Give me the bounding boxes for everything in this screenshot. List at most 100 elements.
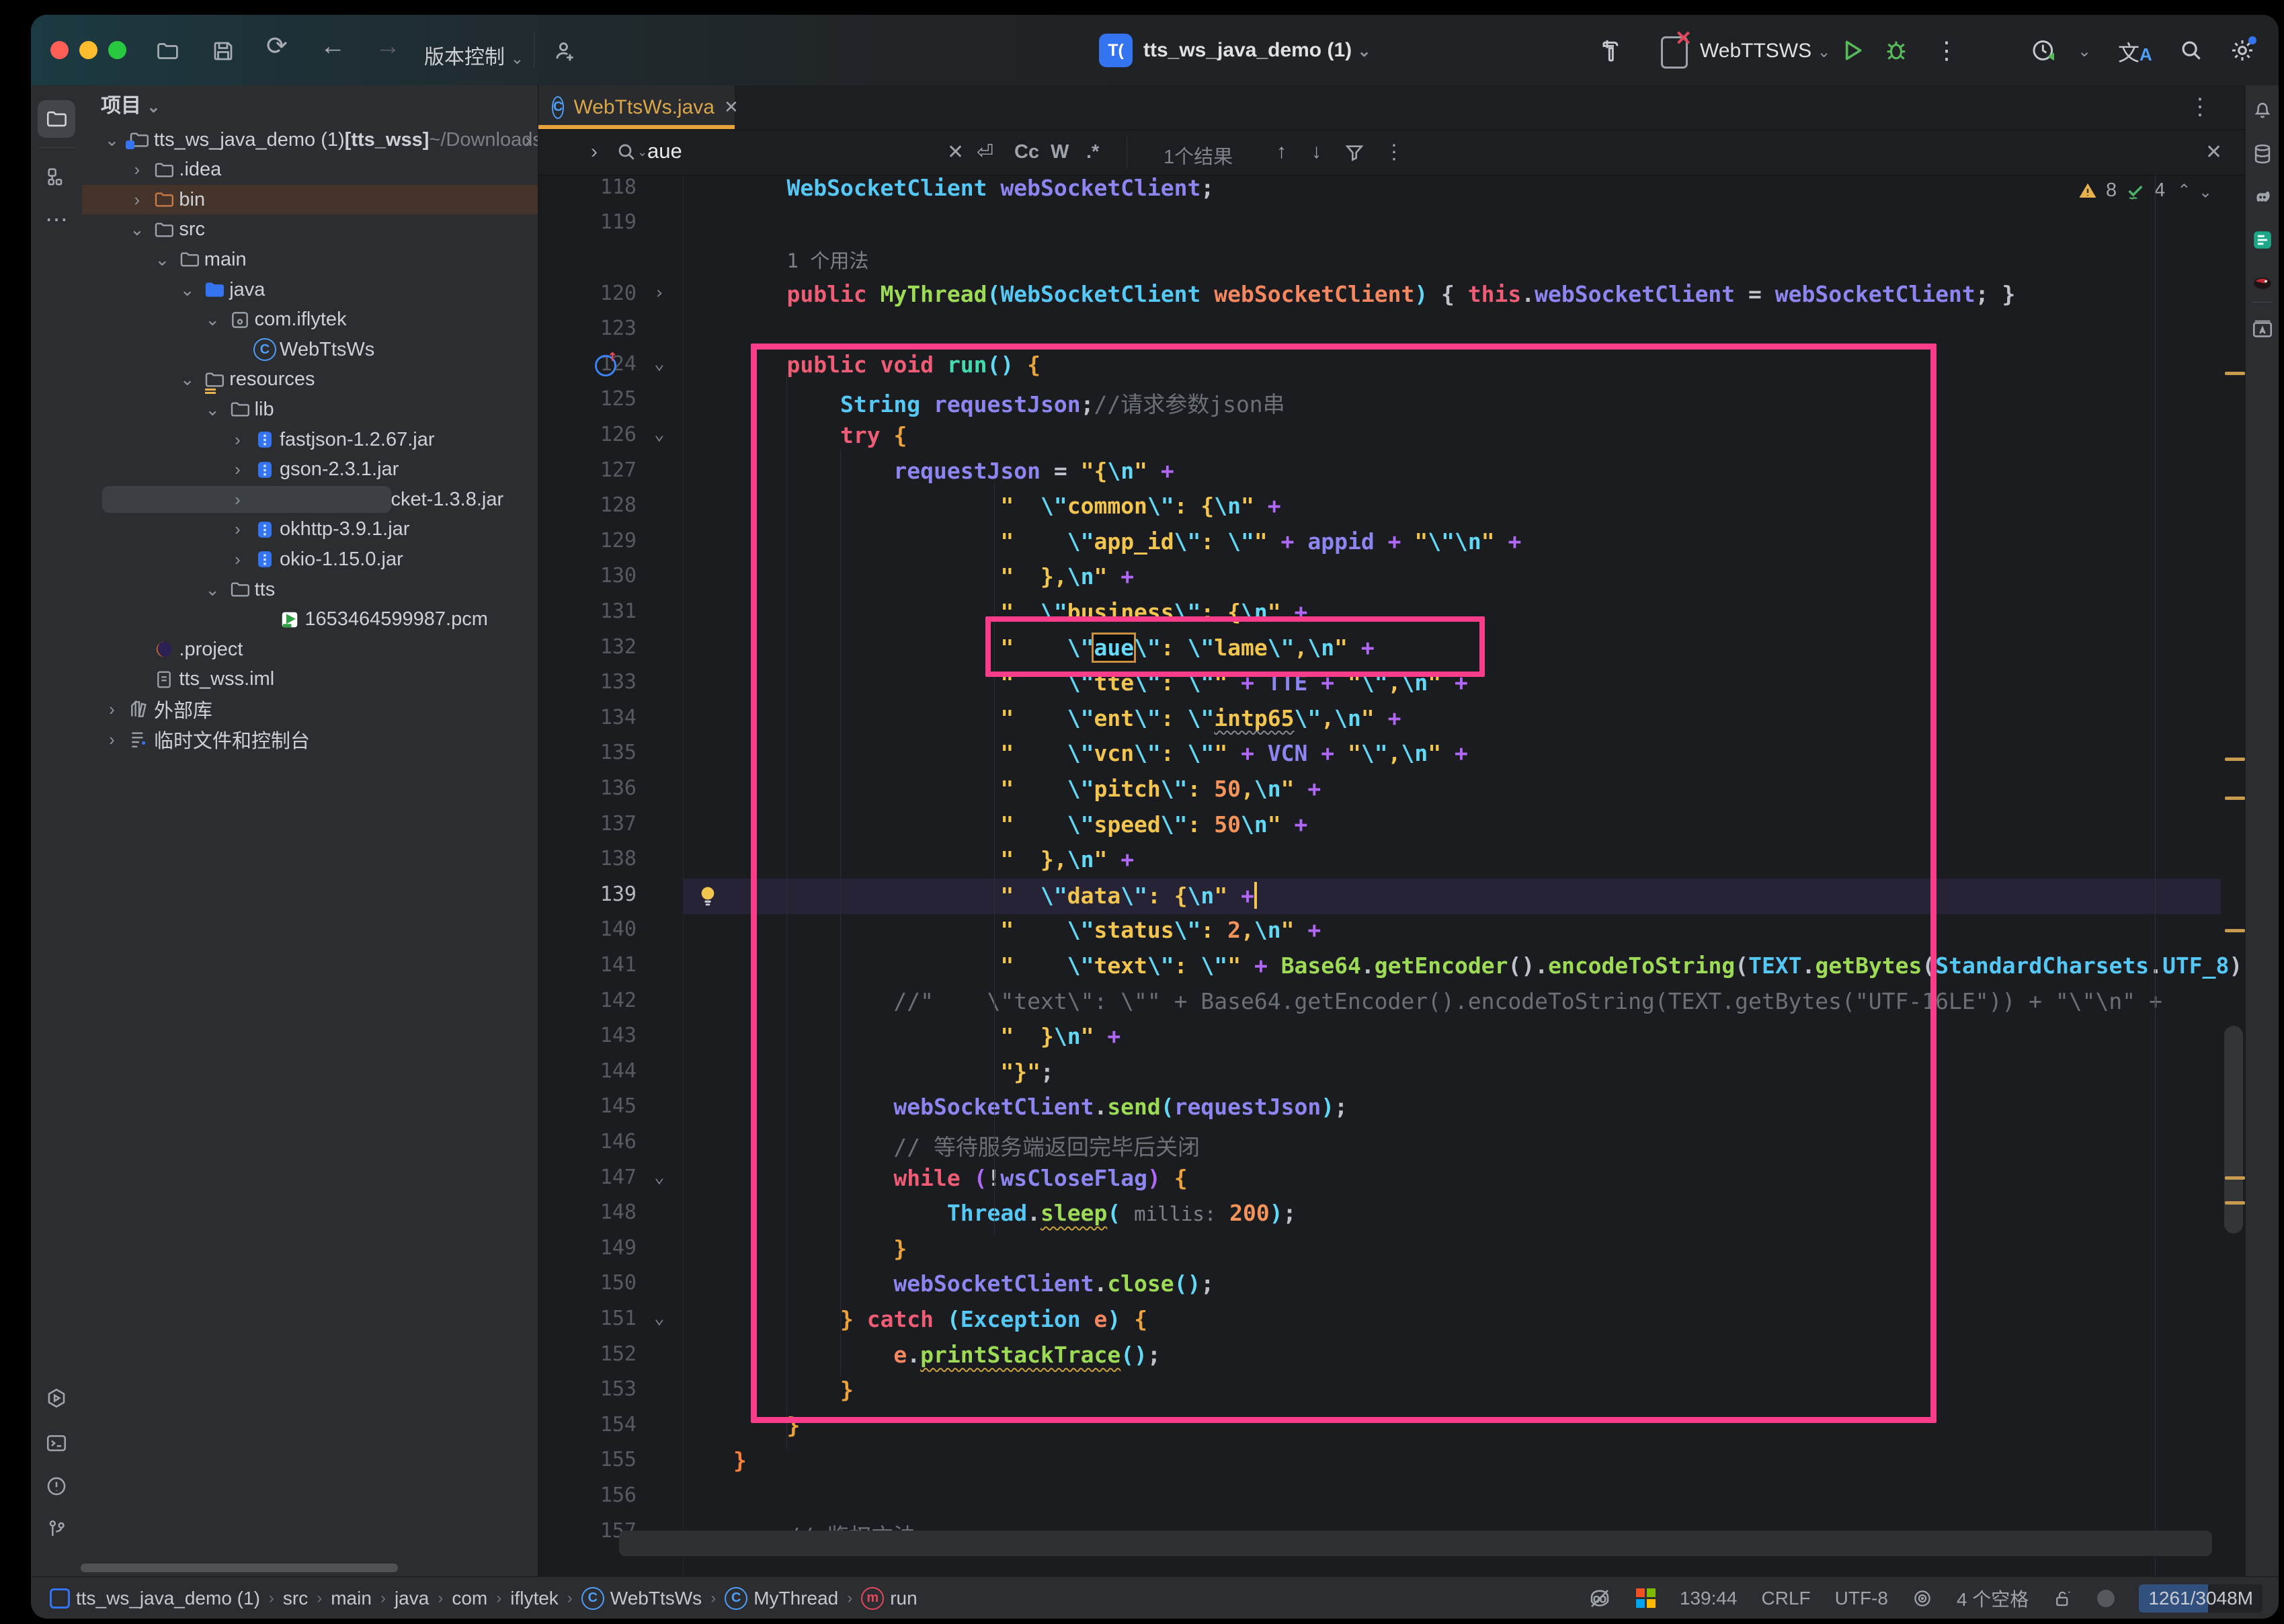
line-ending[interactable]: CRLF (1762, 1588, 1811, 1609)
tree-item-fastjson-1.2.67.jar[interactable]: ›fastjson-1.2.67.jar (82, 425, 538, 454)
tree-chevron[interactable]: › (99, 699, 124, 720)
tab-options-icon[interactable]: ⋮ (2189, 93, 2211, 120)
tree-item-src[interactable]: ⌄src (82, 215, 538, 245)
code-line-150[interactable]: 150 webSocketClient.close(); (538, 1267, 2245, 1303)
tree-item-java[interactable]: ⌄java (82, 275, 538, 304)
terminal-tool-icon[interactable] (38, 1424, 75, 1462)
tree-chevron[interactable]: ⌄ (175, 280, 200, 300)
code-line-144[interactable]: 144 "}"; (538, 1055, 2245, 1091)
code-line-143[interactable]: 143 " }\n" + (538, 1020, 2245, 1055)
project-title[interactable]: tts_ws_java_demo (1) ⌄ (1143, 39, 1371, 62)
code-line-146[interactable]: 146 // 等待服务端返回完毕后关闭 (538, 1126, 2245, 1162)
code-line-153[interactable]: 153 } (538, 1373, 2245, 1409)
breadcrumb-item-tts_ws_java_demo-1-[interactable]: tts_ws_java_demo (1) (50, 1588, 260, 1609)
tree-chevron[interactable]: ⌄ (175, 369, 200, 390)
microsoft-icon[interactable] (1636, 1588, 1656, 1608)
code-line-140[interactable]: 140 " \"status\": 2,\n" + (538, 914, 2245, 949)
debug-button[interactable] (1883, 37, 1910, 64)
code-line-139[interactable]: 139 " \"data\": {\n" + (538, 879, 2245, 914)
breadcrumb-item-java[interactable]: java (395, 1588, 429, 1609)
code-line-148[interactable]: 148 Thread.sleep( millis: 200); (538, 1196, 2245, 1232)
tab-webttsws-java[interactable]: C WebTtsWs.java ✕ (538, 85, 735, 129)
ai-assistant-icon[interactable] (2251, 317, 2274, 340)
tree-chevron[interactable]: ⌄ (99, 130, 124, 151)
problems-tool-icon[interactable] (38, 1467, 75, 1505)
search-input[interactable]: aue (647, 139, 682, 163)
code-pane[interactable]: 118 WebSocketClient webSocketClient;119 … (538, 175, 2245, 1576)
sync-icon[interactable]: ⟳ (266, 35, 288, 58)
tree-item-1653464599987.pcm[interactable]: 1653464599987.pcm (82, 605, 538, 635)
database-icon[interactable] (2251, 143, 2274, 165)
code-line-119[interactable]: 119 (538, 206, 2245, 242)
tree-chevron[interactable]: › (124, 190, 149, 210)
more-actions-icon[interactable]: ⋮ (1934, 39, 1959, 62)
warning-stripe-mark[interactable] (2225, 1201, 2245, 1205)
breadcrumb-item-iflytek[interactable]: iflytek (510, 1588, 559, 1609)
open-folder-icon[interactable] (155, 39, 179, 63)
tree-item-okhttp-3.9.1.jar[interactable]: ›okhttp-3.9.1.jar (82, 515, 538, 544)
match-case-toggle[interactable]: Cc (1014, 141, 1039, 163)
project-tool-icon[interactable] (38, 100, 75, 138)
build-hammer-icon[interactable] (1597, 37, 1624, 64)
fold-marker[interactable]: ⌄ (654, 1308, 665, 1328)
code-line-136[interactable]: 136 " \"pitch\": 50,\n" + (538, 772, 2245, 808)
translate-icon[interactable]: 文A (2118, 36, 2152, 67)
clipped-indicator-icon[interactable]: › (525, 130, 531, 151)
words-toggle[interactable]: W (1051, 141, 1069, 163)
search-everywhere-icon[interactable] (2178, 38, 2204, 63)
tree-item-okio-1.15.0.jar[interactable]: ›okio-1.15.0.jar (82, 544, 538, 574)
tree-item-resources[interactable]: ⌄resources (82, 365, 538, 395)
fold-marker[interactable]: ⌄ (654, 424, 665, 444)
tree-item-临时文件和控制台[interactable]: ›临时文件和控制台 (82, 725, 538, 754)
tree-item-com.iflytek[interactable]: ⌄com.iflytek (82, 305, 538, 335)
zoom-window-button[interactable] (108, 41, 126, 59)
editor-horizontal-scrollbar[interactable] (619, 1531, 2212, 1556)
breadcrumb-item-main[interactable]: main (331, 1588, 372, 1609)
tree-item-bin[interactable]: ›bin (82, 185, 538, 214)
plugin-icon-green[interactable] (2251, 229, 2274, 251)
code-line-156[interactable]: 156 (538, 1479, 2245, 1515)
tree-chevron[interactable]: ⌄ (200, 579, 225, 600)
newline-icon[interactable]: ⏎ (977, 140, 993, 164)
run-button[interactable] (1839, 37, 1866, 64)
warning-stripe-mark[interactable] (2225, 929, 2245, 932)
forward-icon[interactable]: → (375, 35, 401, 58)
breadcrumb-item-com[interactable]: com (452, 1588, 487, 1609)
prev-match-icon[interactable]: ↑ (1276, 140, 1287, 163)
search-icon[interactable]: ⌄ (616, 141, 647, 163)
warning-stripe-mark[interactable] (2225, 797, 2245, 800)
tree-item-.idea[interactable]: ›.idea (82, 155, 538, 185)
version-control-menu[interactable]: 版本控制 ⌄ (424, 40, 524, 70)
code-line-126[interactable]: 126⌄ try { (538, 419, 2245, 454)
tree-item-.project[interactable]: .project (82, 635, 538, 664)
code-line-147[interactable]: 147⌄ while (!wsCloseFlag) { (538, 1162, 2245, 1197)
code-line-141[interactable]: 141 " \"text\": \"" + Base64.getEncoder(… (538, 949, 2245, 985)
code-line-154[interactable]: 154 } (538, 1409, 2245, 1445)
code-line-151[interactable]: 151⌄ } catch (Exception e) { (538, 1303, 2245, 1338)
code-line-137[interactable]: 137 " \"speed\": 50\n" + (538, 808, 2245, 844)
breadcrumb-item-run[interactable]: mrun (861, 1587, 917, 1610)
run-config-selector[interactable]: WebTTSWS ⌄ (1700, 40, 1831, 63)
code-line-135[interactable]: 135 " \"vcn\": \"" + VCN + "\",\n" + (538, 737, 2245, 772)
fold-marker[interactable]: › (654, 283, 665, 303)
fold-marker[interactable]: ⌄ (654, 1167, 665, 1187)
git-tool-icon[interactable] (38, 1510, 75, 1548)
add-user-icon[interactable] (552, 38, 577, 64)
tree-item-WebTtsWs[interactable]: CWebTtsWs (82, 335, 538, 364)
tree-chevron[interactable]: ⌄ (200, 399, 225, 420)
code-line-118[interactable]: 118 WebSocketClient webSocketClient; (538, 175, 2245, 207)
memory-indicator[interactable]: 1261/3048M (2139, 1584, 2262, 1613)
warning-stripe-mark[interactable] (2225, 758, 2245, 761)
tree-item-lib[interactable]: ⌄lib (82, 395, 538, 424)
tree-item-tts[interactable]: ⌄tts (82, 575, 538, 604)
copilot-disabled-icon[interactable] (1588, 1586, 1612, 1611)
close-window-button[interactable] (50, 41, 69, 59)
tree-chevron[interactable]: ⌄ (150, 249, 175, 270)
filter-icon[interactable] (1344, 142, 1365, 163)
override-gutter-icon[interactable] (595, 355, 616, 376)
highlight-level-icon[interactable] (1912, 1588, 1932, 1609)
tree-item-Java-WebSocket-1.3.8.jar[interactable]: ›Java-WebSocket-1.3.8.jar (82, 485, 538, 514)
code-line-131[interactable]: 131 " \"business\": {\n" + (538, 596, 2245, 631)
expand-replace-icon[interactable]: › (591, 140, 598, 163)
code-line-127[interactable]: 127 requestJson = "{\n" + (538, 454, 2245, 490)
